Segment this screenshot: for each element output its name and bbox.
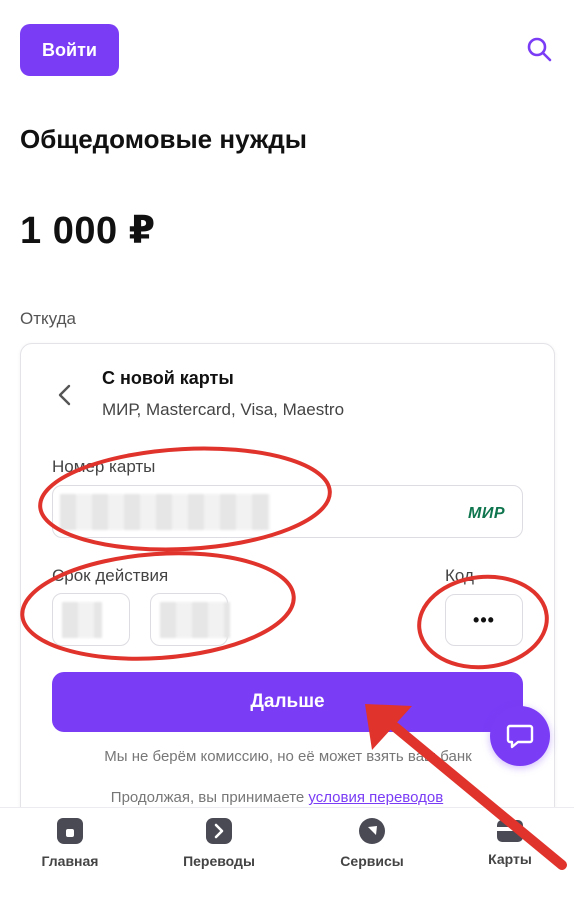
login-button[interactable]: Войти [20, 24, 119, 76]
nav-item-home[interactable]: Главная [10, 818, 130, 869]
chevron-left-icon[interactable] [56, 383, 74, 407]
home-icon [57, 818, 83, 844]
nav-item-services[interactable]: Сервисы [312, 818, 432, 869]
page-title: Общедомовые нужды [20, 124, 307, 154]
nav-label-transfers: Переводы [183, 853, 255, 869]
nav-label-home: Главная [41, 853, 99, 869]
nav-label-cards: Карты [488, 851, 532, 867]
transfer-icon [206, 818, 232, 844]
cvc-field[interactable]: ••• [445, 594, 523, 646]
nav-label-services: Сервисы [340, 853, 404, 869]
payment-amount: 1 000 ₽ [20, 210, 156, 252]
next-button[interactable]: Дальше [52, 672, 523, 732]
nav-item-transfers[interactable]: Переводы [159, 818, 279, 869]
expiry-month-redacted [62, 602, 102, 638]
from-label: Откуда [20, 309, 76, 328]
expiry-label: Срок действия [52, 566, 169, 585]
terms-note: Продолжая, вы принимаете условия перевод… [0, 789, 564, 806]
terms-link[interactable]: условия переводов [308, 789, 443, 806]
search-icon[interactable] [526, 36, 552, 62]
mir-logo: МИР [468, 505, 506, 522]
services-icon [359, 818, 385, 844]
cvc-label: Код [445, 566, 474, 585]
source-subtitle: МИР, Mastercard, Visa, Maestro [102, 400, 345, 419]
source-title: С новой карты [102, 368, 234, 388]
card-number-redacted [60, 494, 270, 530]
commission-note: Мы не берём комиссию, но её может взять … [104, 748, 472, 765]
chat-button[interactable] [490, 706, 550, 766]
expiry-year-redacted [160, 602, 230, 638]
nav-item-cards[interactable]: Карты [450, 818, 570, 867]
terms-prefix: Продолжая, вы принимаете [110, 789, 309, 806]
chat-bubble-icon [506, 724, 534, 749]
card-number-label: Номер карты [52, 457, 156, 476]
cards-icon [497, 820, 523, 842]
bottom-nav: Главная Переводы Сервисы Карты [0, 807, 574, 907]
